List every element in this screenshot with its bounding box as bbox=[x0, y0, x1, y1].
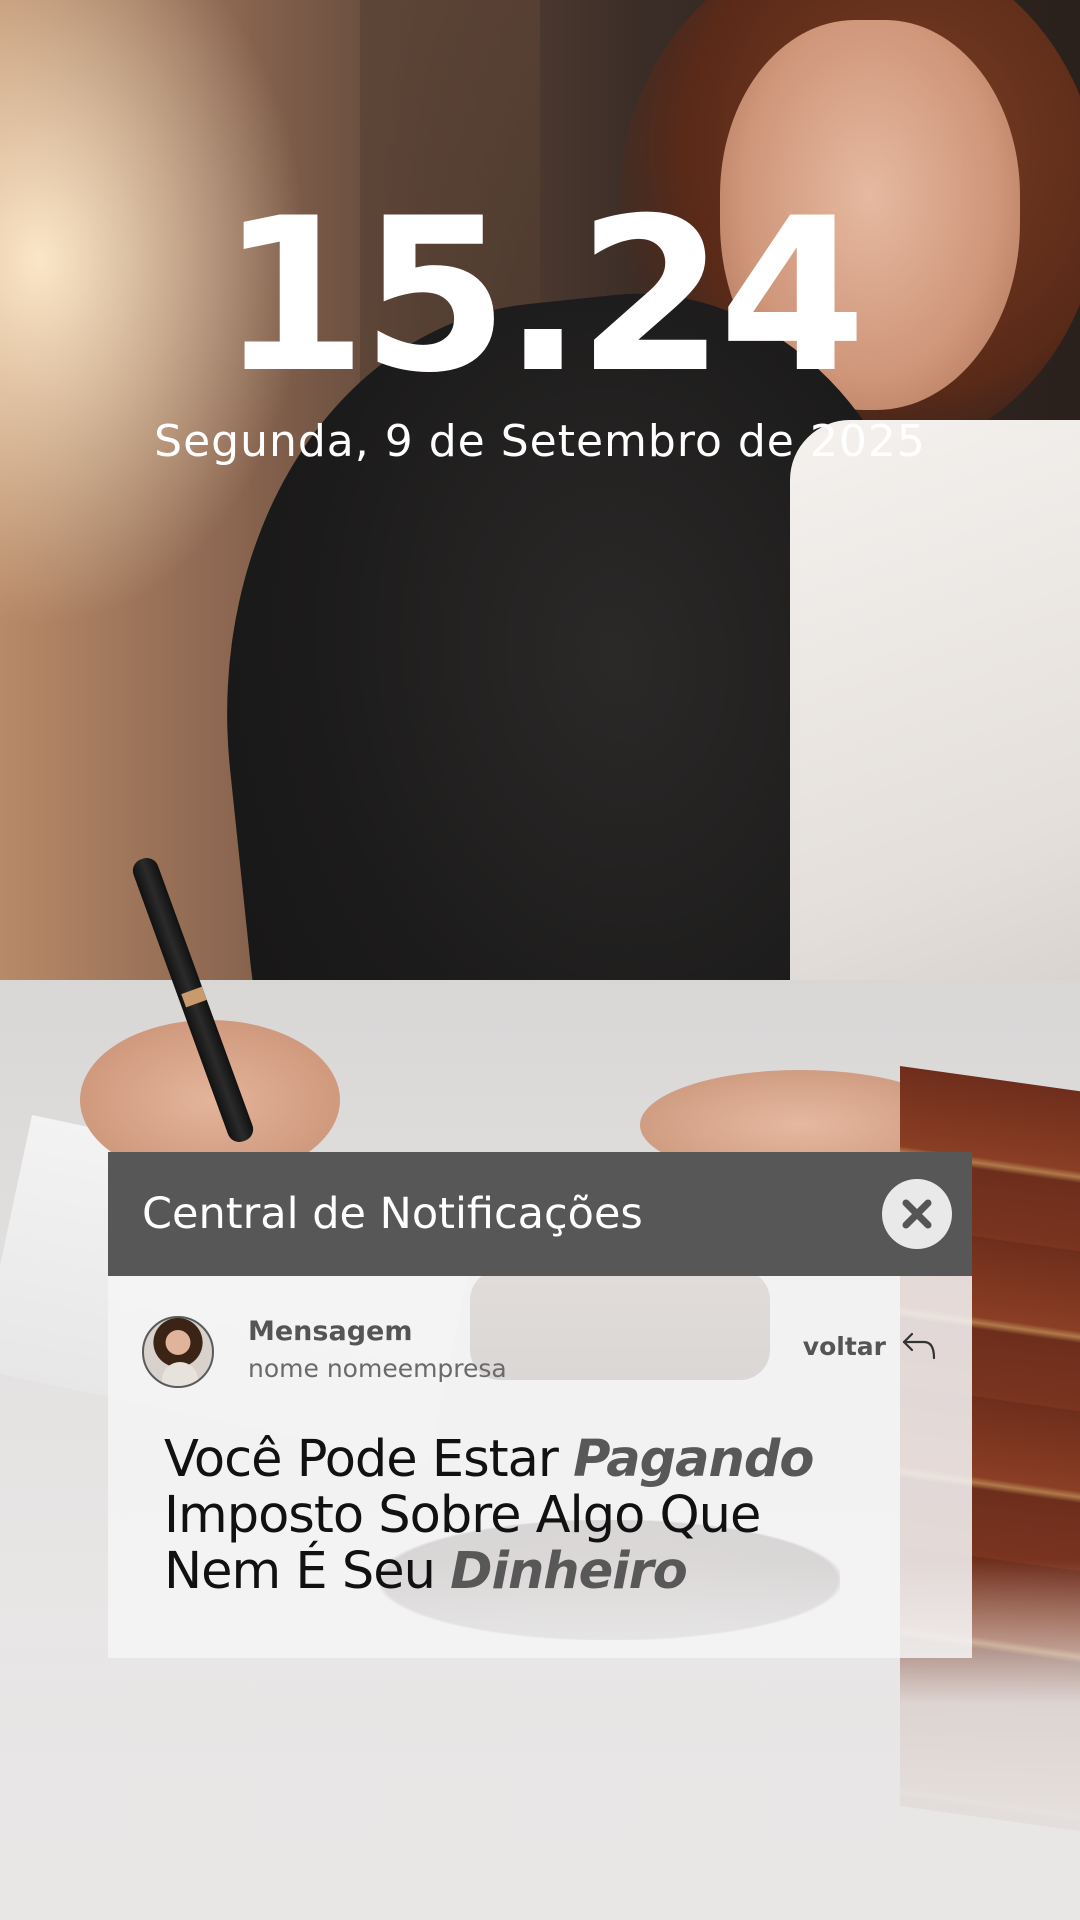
message-title: Mensagem bbox=[248, 1316, 413, 1347]
message-sender: nome nomeempresa bbox=[248, 1354, 507, 1383]
notification-card[interactable]: Mensagem nome nomeempresa voltar Você Po… bbox=[108, 1276, 972, 1658]
message-headline: Você Pode Estar Pagando Imposto Sobre Al… bbox=[164, 1432, 924, 1600]
avatar bbox=[142, 1316, 214, 1388]
message-header: Mensagem nome nomeempresa voltar bbox=[142, 1316, 938, 1390]
lockscreen-clock: 15.24 bbox=[219, 172, 867, 419]
lockscreen-date: Segunda, 9 de Setembro de 2025 bbox=[154, 416, 926, 467]
headline-emphasis-dinheiro: Dinheiro bbox=[450, 1542, 688, 1601]
headline-line3-plain: Nem É Seu bbox=[164, 1542, 451, 1601]
panel-title: Central de Notificações bbox=[142, 1189, 643, 1239]
headline-line1-plain: Você Pode Estar bbox=[164, 1430, 574, 1489]
close-icon bbox=[902, 1199, 932, 1229]
headline-emphasis-pagando: Pagando bbox=[573, 1430, 814, 1489]
headline-line2: Imposto Sobre Algo Que bbox=[164, 1486, 761, 1545]
close-button[interactable] bbox=[882, 1179, 952, 1249]
notification-panel: Central de Notificações Mensagem nome no… bbox=[108, 1152, 972, 1658]
reply-arrow-icon bbox=[902, 1332, 936, 1360]
back-label: voltar bbox=[802, 1331, 886, 1361]
back-button[interactable]: voltar bbox=[803, 1330, 938, 1362]
notification-panel-header: Central de Notificações bbox=[108, 1152, 972, 1276]
